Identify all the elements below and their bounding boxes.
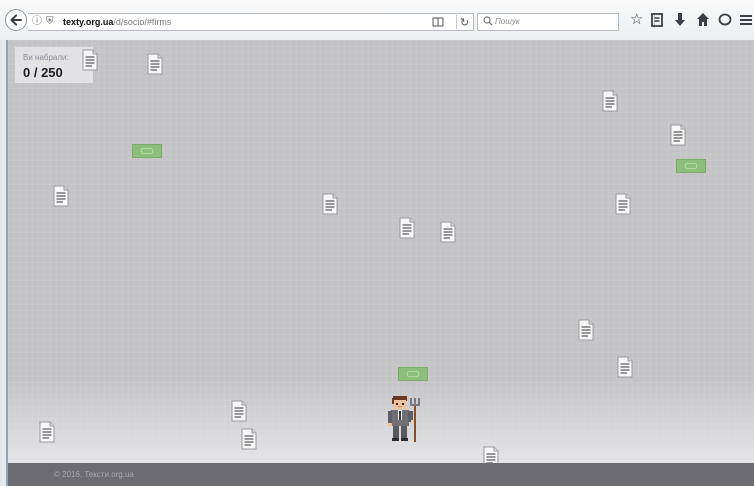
document-icon xyxy=(241,428,257,450)
document-icon xyxy=(670,124,686,146)
score-label: Ви набрали: xyxy=(23,53,69,62)
document-icon xyxy=(231,400,247,422)
menu-icon[interactable] xyxy=(740,11,752,33)
player-character[interactable] xyxy=(387,396,423,442)
footer-copyright: © 2016, Тексти.org.ua xyxy=(54,470,134,479)
url-domain: texty.org.ua xyxy=(63,17,114,27)
cash-bill xyxy=(676,159,706,173)
chat-icon[interactable] xyxy=(718,11,732,33)
score-value: 0 / 250 xyxy=(23,65,63,80)
back-arrow-icon xyxy=(10,14,22,26)
reload-icon[interactable]: ↻ xyxy=(460,16,469,29)
document-icon xyxy=(602,90,618,112)
cash-bill xyxy=(398,367,428,381)
document-icon xyxy=(322,193,338,215)
document-icon xyxy=(617,356,633,378)
cash-bill xyxy=(132,144,162,158)
bookmarks-list-icon[interactable] xyxy=(650,11,664,33)
document-icon xyxy=(53,185,69,207)
game-canvas[interactable]: Ви набрали: 0 / 250 © 2016, Тексти.org.u… xyxy=(8,40,754,486)
document-icon xyxy=(39,421,55,443)
window-edge xyxy=(0,40,8,486)
footer-bar: © 2016, Тексти.org.ua xyxy=(8,463,754,486)
tracking-shield-icon[interactable]: ⛨ xyxy=(46,16,54,28)
browser-toolbar: ⓘ ⛨ texty.org.ua/d/socio/#firms ↻ Пошук … xyxy=(0,0,754,41)
document-icon xyxy=(399,217,415,239)
urlbar-divider xyxy=(456,15,457,29)
back-button[interactable] xyxy=(5,9,27,31)
address-bar[interactable]: ⓘ ⛨ texty.org.ua/d/socio/#firms ↻ xyxy=(28,13,474,31)
document-icon xyxy=(440,221,456,243)
reader-view-icon[interactable] xyxy=(432,16,444,31)
document-icon xyxy=(615,193,631,215)
search-bar[interactable]: Пошук xyxy=(477,13,619,31)
search-icon xyxy=(483,16,493,26)
info-icon[interactable]: ⓘ xyxy=(32,16,42,28)
document-icon xyxy=(147,53,163,75)
search-placeholder: Пошук xyxy=(495,17,520,26)
url-path: /d/socio/#firms xyxy=(113,17,172,27)
document-icon xyxy=(578,319,594,341)
document-icon xyxy=(82,49,98,71)
url-text[interactable]: texty.org.ua/d/socio/#firms xyxy=(63,17,171,27)
home-icon[interactable] xyxy=(696,11,710,33)
download-icon[interactable] xyxy=(674,11,686,33)
bookmark-star-icon[interactable]: ☆ xyxy=(630,11,643,29)
